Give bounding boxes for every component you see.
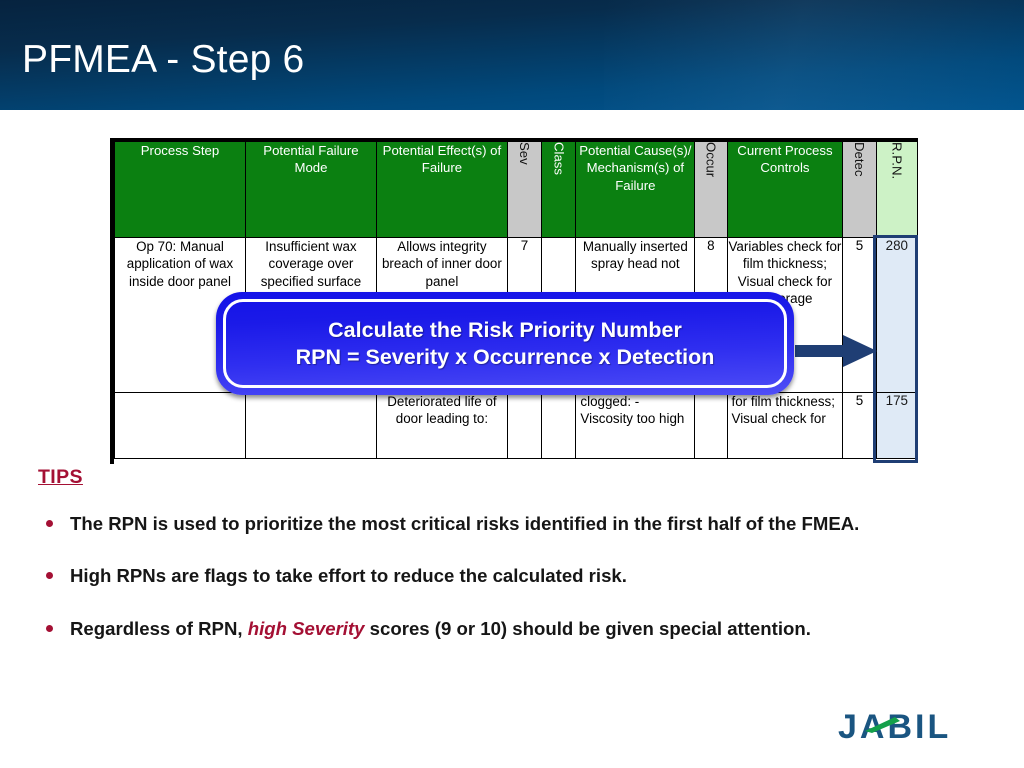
tip-item: High RPNs are flags to take effort to re… (38, 563, 998, 589)
bullet-icon (46, 520, 53, 527)
cell-class (541, 392, 577, 459)
column-header-process-step: Process Step (114, 141, 246, 238)
banner-sheen-decoration (604, 0, 1024, 110)
column-header-sev-label: Sev (517, 142, 533, 165)
cell-detec: 5 (842, 392, 877, 459)
bullet-icon (46, 624, 53, 632)
column-header-detec-label: Detec (852, 142, 868, 177)
column-header-effect: Potential Effect(s) of Failure (375, 141, 508, 238)
rpn-formula-callout-inner: Calculate the Risk Priority Number RPN =… (223, 299, 787, 388)
column-header-detec: Detec (842, 141, 877, 238)
cell-cause: clogged: - Viscosity too high (575, 392, 696, 459)
cell-controls: for film thickness; Visual check for (726, 392, 844, 459)
bullet-icon (46, 572, 53, 580)
callout-line-2: RPN = Severity x Occurrence x Detection (295, 344, 715, 369)
tip-text-prefix: Regardless of RPN, (70, 617, 248, 639)
column-header-failure-mode: Potential Failure Mode (244, 141, 377, 238)
cell-rpn: 175 (875, 392, 918, 459)
tip-item: Regardless of RPN, high Severity scores … (38, 616, 998, 642)
tips-heading: TIPS (38, 466, 83, 488)
cell-process-step (114, 392, 246, 459)
column-header-controls: Current Process Controls (726, 141, 844, 238)
cell-occur (694, 392, 728, 459)
column-header-rpn-label: R.P.N. (889, 142, 905, 180)
slide-title-banner: PFMEA - Step 6 (0, 0, 1024, 110)
tip-text: High RPNs are flags to take effort to re… (70, 565, 627, 587)
cell-effect: Deteriorated life of door leading to: (375, 392, 508, 459)
tips-section: TIPS The RPN is used to prioritize the m… (38, 466, 998, 668)
tip-text-suffix: scores (9 or 10) should be given special… (364, 617, 811, 639)
cell-sev (506, 392, 543, 459)
column-header-cause: Potential Cause(s)/ Mechanism(s) of Fail… (575, 141, 696, 238)
cell-failure-mode (244, 392, 377, 459)
page-title: PFMEA - Step 6 (22, 38, 305, 81)
jabil-logo: JABIL (838, 708, 951, 746)
column-header-class-label: Class (551, 142, 567, 175)
jabil-logo-text: JABIL (838, 708, 951, 746)
tip-text: The RPN is used to prioritize the most c… (70, 513, 860, 534)
tip-item: The RPN is used to prioritize the most c… (38, 511, 998, 537)
tip-text-emphasis: high Severity (247, 617, 365, 639)
pointer-arrow-icon (795, 335, 877, 367)
cell-rpn: 280 (875, 237, 918, 393)
callout-line-1: Calculate the Risk Priority Number (328, 318, 682, 343)
column-header-class: Class (541, 141, 577, 238)
table-row: Deteriorated life of door leading to: cl… (114, 392, 918, 459)
column-header-rpn: R.P.N. (875, 141, 918, 238)
cell-detec: 5 (842, 237, 877, 393)
rpn-formula-callout: Calculate the Risk Priority Number RPN =… (216, 292, 794, 395)
column-header-sev: Sev (506, 141, 543, 238)
table-header-row: Process Step Potential Failure Mode Pote… (114, 141, 918, 238)
column-header-occur-label: Occur (703, 142, 719, 178)
column-header-occur: Occur (694, 141, 728, 238)
